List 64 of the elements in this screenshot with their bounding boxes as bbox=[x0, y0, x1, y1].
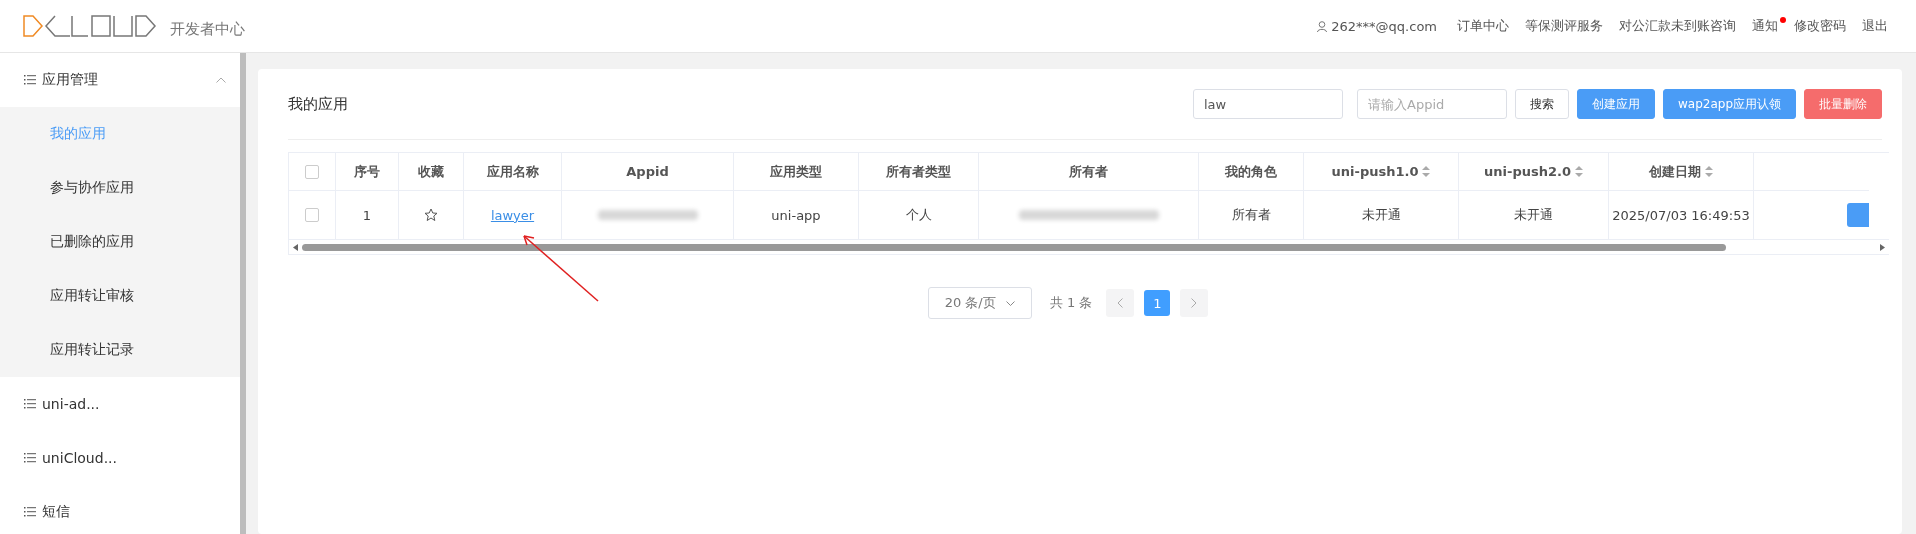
scroll-left-icon[interactable] bbox=[293, 243, 298, 251]
row-checkbox[interactable] bbox=[305, 208, 319, 222]
group-label[interactable]: uni-ad... bbox=[42, 396, 100, 412]
sidebar-item[interactable]: 已删除的应用 bbox=[0, 215, 240, 269]
table-cell: 个人 bbox=[905, 206, 932, 224]
table-cell: uni-app bbox=[771, 207, 821, 223]
header-link[interactable]: 订单中心 bbox=[1457, 17, 1509, 35]
user-icon bbox=[1317, 20, 1328, 32]
sidebar-group[interactable]: 短信 bbox=[0, 485, 240, 534]
site-subtitle: 开发者中心 bbox=[170, 19, 245, 39]
sort-icon[interactable] bbox=[1705, 166, 1713, 177]
group-label[interactable]: 短信 bbox=[42, 503, 70, 521]
sort-icon[interactable] bbox=[1574, 166, 1583, 177]
app-name-link[interactable]: lawyer bbox=[490, 207, 535, 223]
table-cell: 所有者 bbox=[1231, 206, 1271, 224]
chevron-up-icon bbox=[216, 77, 226, 83]
column-header: 所有者类型 bbox=[886, 162, 951, 181]
column-header: 收藏 bbox=[418, 162, 444, 181]
table-cell: 2025/07/03 16:49:53 bbox=[1612, 207, 1750, 223]
list-icon bbox=[24, 399, 36, 409]
sidebar-group[interactable]: uniCloud... bbox=[0, 431, 240, 485]
total-count: 共 1 条 bbox=[1049, 294, 1093, 312]
column-header: uni-push2.0 bbox=[1484, 164, 1571, 179]
notification-dot bbox=[1780, 17, 1786, 23]
column-header: 创建日期 bbox=[1649, 162, 1701, 181]
star-icon[interactable] bbox=[424, 208, 438, 222]
header-link[interactable]: 对公汇款未到账咨询 bbox=[1619, 17, 1736, 35]
column-header: 所有者 bbox=[1069, 162, 1108, 181]
chevron-right-icon bbox=[1191, 298, 1198, 308]
sidebar-group[interactable]: uni-ad... bbox=[0, 377, 240, 431]
header-link[interactable]: 通知 bbox=[1752, 17, 1786, 35]
table-cell: 1 bbox=[362, 207, 372, 223]
page-size-value[interactable]: 20 条/页 bbox=[944, 294, 996, 312]
list-icon bbox=[24, 453, 36, 463]
select-all-checkbox[interactable] bbox=[305, 164, 319, 179]
sort-icon[interactable] bbox=[1422, 166, 1431, 177]
chevron-down-icon bbox=[1005, 300, 1015, 306]
column-header: 应用类型 bbox=[770, 162, 822, 181]
scroll-right-icon[interactable] bbox=[1880, 243, 1885, 251]
header-link[interactable]: 退出 bbox=[1862, 17, 1888, 35]
column-header: 应用名称 bbox=[486, 162, 539, 181]
column-header: Appid bbox=[626, 164, 669, 179]
chevron-left-icon bbox=[1117, 298, 1124, 308]
header-link[interactable]: 等保测评服务 bbox=[1525, 17, 1603, 35]
column-header: uni-push1.0 bbox=[1331, 164, 1419, 179]
sidebar-item[interactable]: 参与协作应用 bbox=[0, 161, 240, 215]
sidebar-item[interactable]: 应用转让审核 bbox=[0, 269, 240, 323]
header-link[interactable]: 修改密码 bbox=[1794, 17, 1846, 35]
column-header: 我的角色 bbox=[1225, 162, 1277, 181]
list-icon bbox=[24, 507, 36, 517]
search-button[interactable]: 搜索 bbox=[1515, 89, 1569, 119]
column-header: 序号 bbox=[354, 162, 380, 181]
sidebar-item[interactable]: 应用转让记录 bbox=[0, 323, 240, 377]
group-label[interactable]: 应用管理 bbox=[42, 71, 98, 89]
scrollbar-thumb[interactable] bbox=[302, 243, 1726, 251]
table-cell: 未开通 bbox=[1514, 206, 1553, 224]
search-field[interactable]: law bbox=[1193, 89, 1343, 119]
sidebar-group[interactable]: 应用管理 bbox=[0, 53, 240, 107]
appid-field[interactable]: 请输入Appid bbox=[1357, 89, 1507, 119]
page-title: 我的应用 bbox=[288, 94, 348, 114]
group-label[interactable]: uniCloud... bbox=[42, 450, 117, 466]
page-size-select[interactable]: 20 条/页 bbox=[927, 287, 1032, 319]
table-cell: 未开通 bbox=[1361, 206, 1401, 224]
list-icon bbox=[24, 75, 36, 85]
